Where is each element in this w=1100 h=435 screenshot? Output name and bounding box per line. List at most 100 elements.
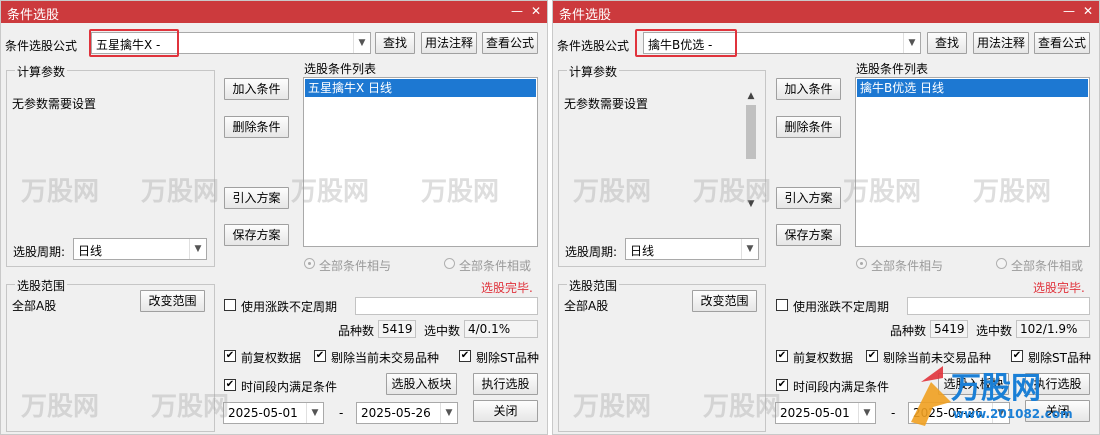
condition-list-item[interactable]: 五星擒牛X 日线 [305, 79, 536, 97]
logo-arrow-shape [911, 382, 951, 426]
and-radio[interactable] [304, 258, 315, 269]
to-block-button[interactable]: 选股入板块 [386, 373, 457, 395]
view-formula-button[interactable]: 查看公式 [482, 32, 538, 54]
fq-label: 前复权数据 [793, 351, 854, 365]
change-range-button[interactable]: 改变范围 [140, 290, 205, 312]
params-group: 计算参数 无参数需要设置 选股周期: 日线 ▼ [558, 63, 766, 267]
close-icon[interactable]: ✕ [528, 2, 544, 20]
exclude-st-checkbox[interactable] [1011, 350, 1023, 362]
logo-arrow-head [921, 366, 943, 382]
chevron-down-icon[interactable]: ▼ [903, 33, 920, 53]
date-from-picker[interactable]: 2025-05-01 ▼ [223, 402, 324, 424]
time-period-checkbox[interactable] [224, 379, 236, 391]
delete-condition-button[interactable]: 删除条件 [776, 116, 841, 138]
change-range-button[interactable]: 改变范围 [692, 290, 757, 312]
find-button[interactable]: 查找 [375, 32, 415, 54]
add-condition-button[interactable]: 加入条件 [224, 78, 289, 100]
chevron-down-icon[interactable]: ▼ [744, 197, 758, 211]
use-period-label: 使用涨跌不定周期 [793, 300, 890, 314]
period-label: 选股周期: [565, 245, 618, 259]
close-icon[interactable]: ✕ [1080, 2, 1096, 20]
status-text: 选股完毕. [1033, 281, 1085, 295]
chevron-down-icon[interactable]: ▼ [353, 33, 370, 53]
find-button[interactable]: 查找 [927, 32, 967, 54]
params-text: 无参数需要设置 [12, 97, 97, 111]
exclude-untraded-label: 剔除当前未交易品种 [331, 351, 440, 365]
logo-url: www.201082.com [953, 407, 1073, 421]
count-label: 品种数 [890, 324, 927, 338]
status-text: 选股完毕. [481, 281, 533, 295]
use-period-checkbox[interactable] [224, 299, 236, 311]
logo-text: 万股网 [951, 371, 1041, 406]
date-from-picker[interactable]: 2025-05-01 ▼ [775, 402, 876, 424]
selected-label: 选中数 [424, 324, 461, 338]
range-value: 全部A股 [12, 299, 57, 313]
save-scheme-button[interactable]: 保存方案 [224, 224, 289, 246]
formula-label: 条件选股公式 [5, 39, 78, 53]
chevron-down-icon[interactable]: ▼ [741, 239, 758, 259]
or-radio[interactable] [996, 258, 1007, 269]
condition-list-item[interactable]: 擒牛B优选 日线 [857, 79, 1088, 97]
params-group-title: 计算参数 [567, 63, 620, 80]
date-to-value: 2025-05-26 [361, 406, 431, 420]
chevron-up-icon[interactable]: ▲ [744, 89, 758, 103]
period-value: 日线 [630, 244, 655, 258]
import-scheme-button[interactable]: 引入方案 [224, 187, 289, 209]
fq-checkbox[interactable] [776, 350, 788, 362]
condition-stock-picker-window-left: 条件选股 — ✕ 条件选股公式 五星擒牛X - ▼ 查找 用法注释 查看公式 计… [0, 0, 548, 435]
range-group-title: 选股范围 [15, 277, 68, 294]
condition-list[interactable]: 五星擒牛X 日线 [303, 77, 538, 247]
range-value: 全部A股 [564, 299, 609, 313]
chevron-down-icon[interactable]: ▼ [858, 403, 875, 423]
minimize-icon[interactable]: — [509, 2, 525, 20]
params-group: 计算参数 无参数需要设置 选股周期: 日线 ▼ [6, 63, 215, 267]
execute-button[interactable]: 执行选股 [473, 373, 538, 395]
date-to-picker[interactable]: 2025-05-26 ▼ [356, 402, 458, 424]
title-bar[interactable]: 条件选股 — ✕ [1, 1, 547, 23]
time-period-checkbox[interactable] [776, 379, 788, 391]
brand-logo: 万股网 www.201082.com [911, 366, 1073, 426]
condition-list-label: 选股条件列表 [304, 62, 377, 76]
window-title: 条件选股 [559, 8, 612, 23]
date-from-value: 2025-05-01 [780, 406, 850, 420]
fq-checkbox[interactable] [224, 350, 236, 362]
date-from-value: 2025-05-01 [228, 406, 298, 420]
exclude-st-checkbox[interactable] [459, 350, 471, 362]
exclude-untraded-checkbox[interactable] [866, 350, 878, 362]
delete-condition-button[interactable]: 删除条件 [224, 116, 289, 138]
and-radio[interactable] [856, 258, 867, 269]
usage-button[interactable]: 用法注释 [421, 32, 477, 54]
condition-list-label: 选股条件列表 [856, 62, 929, 76]
selected-label: 选中数 [976, 324, 1013, 338]
import-scheme-button[interactable]: 引入方案 [776, 187, 841, 209]
usage-button[interactable]: 用法注释 [973, 32, 1029, 54]
or-radio[interactable] [444, 258, 455, 269]
use-period-checkbox[interactable] [776, 299, 788, 311]
highlight-box [89, 29, 179, 57]
chevron-down-icon[interactable]: ▼ [306, 403, 323, 423]
scroll-thumb[interactable] [746, 105, 756, 159]
close-button[interactable]: 关闭 [473, 400, 538, 422]
minimize-icon[interactable]: — [1061, 2, 1077, 20]
window-title: 条件选股 [7, 8, 60, 23]
period-combobox[interactable]: 日线 ▼ [73, 238, 207, 260]
period-combobox[interactable]: 日线 ▼ [625, 238, 759, 260]
time-period-label: 时间段内满足条件 [793, 380, 890, 394]
and-radio-label: 全部条件相与 [871, 259, 944, 273]
view-formula-button[interactable]: 查看公式 [1034, 32, 1090, 54]
selected-value: 4/0.1% [464, 320, 538, 338]
exclude-untraded-checkbox[interactable] [314, 350, 326, 362]
title-bar[interactable]: 条件选股 — ✕ [553, 1, 1099, 23]
fq-label: 前复权数据 [241, 351, 302, 365]
date-separator: - [891, 406, 896, 420]
chevron-down-icon[interactable]: ▼ [189, 239, 206, 259]
params-text: 无参数需要设置 [564, 97, 649, 111]
save-scheme-button[interactable]: 保存方案 [776, 224, 841, 246]
condition-list[interactable]: 擒牛B优选 日线 [855, 77, 1090, 247]
params-scrollbar[interactable]: ▲ ▼ [744, 89, 758, 211]
period-input[interactable] [907, 297, 1090, 315]
period-input[interactable] [355, 297, 538, 315]
add-condition-button[interactable]: 加入条件 [776, 78, 841, 100]
params-group-title: 计算参数 [15, 63, 68, 80]
chevron-down-icon[interactable]: ▼ [440, 403, 457, 423]
